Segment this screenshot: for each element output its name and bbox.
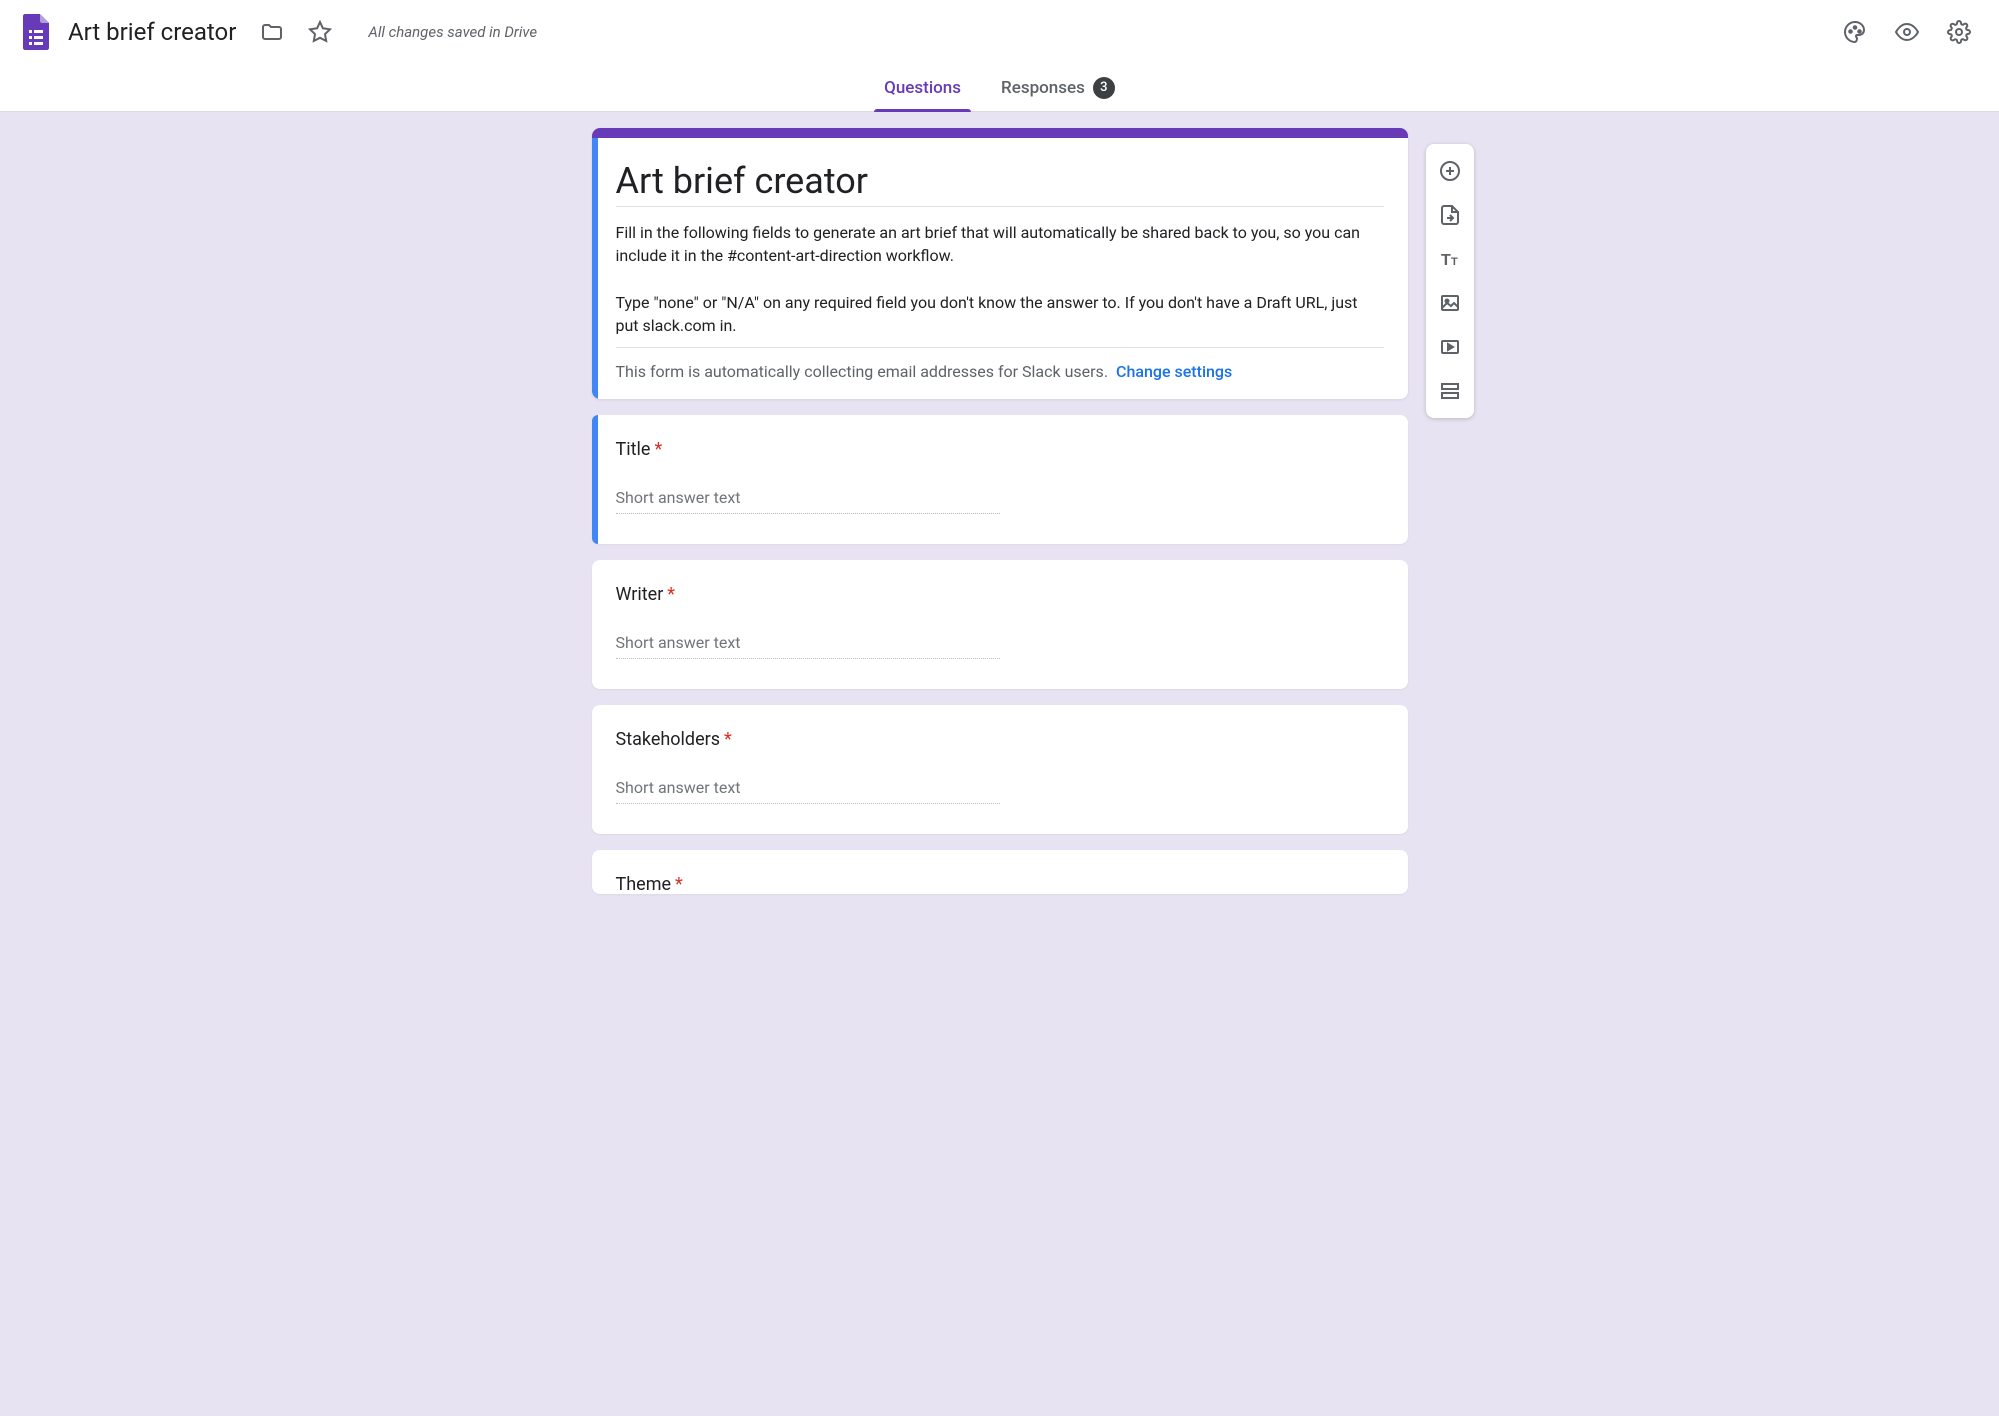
add-section-button[interactable]: [1428, 370, 1472, 412]
question-card[interactable]: Stakeholders* Short answer text: [592, 705, 1408, 834]
tab-responses[interactable]: Responses 3: [981, 64, 1135, 112]
form-email-notice: This form is automatically collecting em…: [616, 362, 1384, 381]
svg-text:T: T: [1441, 252, 1451, 269]
question-label[interactable]: Theme*: [616, 874, 1384, 894]
form-notice-text: This form is automatically collecting em…: [616, 362, 1109, 381]
question-card[interactable]: Theme*: [592, 850, 1408, 894]
answer-input[interactable]: Short answer text: [616, 488, 1000, 514]
answer-input[interactable]: Short answer text: [616, 633, 1000, 659]
form-description[interactable]: Fill in the following fields to generate…: [616, 221, 1384, 348]
forms-logo-icon[interactable]: [16, 12, 56, 52]
add-question-button[interactable]: [1428, 150, 1472, 192]
tab-questions[interactable]: Questions: [864, 64, 981, 112]
change-settings-link[interactable]: Change settings: [1116, 362, 1232, 381]
required-star-icon: *: [724, 729, 732, 750]
settings-icon[interactable]: [1935, 8, 1983, 56]
question-label[interactable]: Title*: [616, 439, 1384, 460]
required-star-icon: *: [654, 439, 662, 460]
question-label[interactable]: Writer*: [616, 584, 1384, 605]
response-count-badge: 3: [1093, 77, 1115, 99]
folder-icon[interactable]: [248, 8, 296, 56]
add-title-button[interactable]: T T: [1428, 238, 1472, 280]
required-star-icon: *: [667, 584, 675, 605]
star-icon[interactable]: [296, 8, 344, 56]
form-header-card[interactable]: Art brief creator Fill in the following …: [592, 128, 1408, 399]
app-header: Art brief creator All changes saved in D…: [0, 0, 1999, 64]
tabs-row: Questions Responses 3: [0, 64, 1999, 112]
tab-responses-label: Responses: [1001, 78, 1085, 98]
preview-icon[interactable]: [1883, 8, 1931, 56]
svg-text:T: T: [1451, 256, 1458, 268]
form-title[interactable]: Art brief creator: [616, 160, 1384, 207]
add-image-button[interactable]: [1428, 282, 1472, 324]
import-questions-button[interactable]: [1428, 194, 1472, 236]
customize-theme-icon[interactable]: [1831, 8, 1879, 56]
document-title[interactable]: Art brief creator: [68, 18, 236, 46]
required-star-icon: *: [675, 874, 683, 894]
question-card[interactable]: Title* Short answer text: [592, 415, 1408, 544]
question-toolbar: T T: [1426, 144, 1474, 418]
answer-input[interactable]: Short answer text: [616, 778, 1000, 804]
question-card[interactable]: Writer* Short answer text: [592, 560, 1408, 689]
question-label[interactable]: Stakeholders*: [616, 729, 1384, 750]
add-video-button[interactable]: [1428, 326, 1472, 368]
save-status: All changes saved in Drive: [368, 23, 537, 41]
